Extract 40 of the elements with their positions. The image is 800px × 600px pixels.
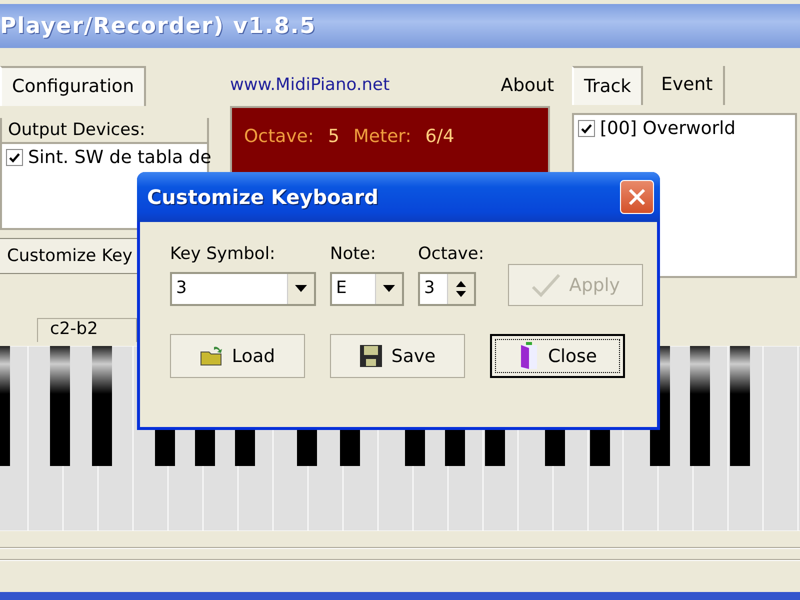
checkmark-icon — [9, 152, 20, 162]
field-label: Note: — [330, 244, 377, 264]
sharp-piano-key[interactable] — [50, 346, 70, 466]
group-title: Output Devices: — [2, 118, 207, 144]
checkmark-icon — [581, 124, 592, 134]
meter-label: Meter: — [353, 126, 412, 147]
website-link[interactable]: www.MidiPiano.net — [230, 75, 390, 95]
dropdown-arrow-icon — [295, 285, 307, 293]
meter-value: 6/4 — [425, 126, 454, 147]
dropdown-arrow-icon — [383, 285, 395, 293]
dropdown-field[interactable]: 3 — [170, 272, 316, 306]
sharp-piano-key[interactable] — [690, 346, 710, 466]
sharp-piano-key[interactable] — [92, 346, 112, 466]
octave-spin-field[interactable]: 3 — [418, 272, 476, 306]
close-button[interactable] — [620, 180, 654, 214]
window-title: Player/Recorder) v1.8.5 — [0, 14, 316, 38]
save-button[interactable]: Save — [330, 334, 465, 378]
octave-label: Octave: — [244, 126, 314, 147]
load-button[interactable]: Load — [170, 334, 305, 378]
dialog-title: Customize Keyboard — [147, 185, 378, 209]
tab[interactable]: Event — [651, 66, 725, 105]
sharp-piano-key[interactable] — [0, 346, 10, 466]
field-label: Key Symbol: — [170, 244, 276, 264]
octave-value: 5 — [328, 126, 340, 147]
customize-keyboard-button[interactable]: Customize Key — [0, 238, 140, 274]
checkbox[interactable] — [578, 120, 595, 137]
close-button[interactable]: Close — [490, 334, 625, 378]
list-item[interactable]: [00] Overworld — [600, 118, 736, 139]
field-label: Octave: — [418, 244, 484, 264]
checkmark-icon — [531, 273, 562, 297]
close-icon — [627, 187, 647, 207]
about-link[interactable]: About — [500, 74, 554, 96]
spin-arrows-icon — [455, 279, 467, 299]
checkbox[interactable] — [6, 149, 23, 166]
tab[interactable]: Configuration — [0, 66, 146, 106]
sharp-piano-key[interactable] — [730, 346, 750, 466]
list-item[interactable]: Sint. SW de tabla de — [28, 147, 212, 168]
dropdown-field[interactable]: E — [330, 272, 404, 306]
tab[interactable]: Track — [572, 66, 644, 105]
folder-icon — [200, 345, 224, 367]
